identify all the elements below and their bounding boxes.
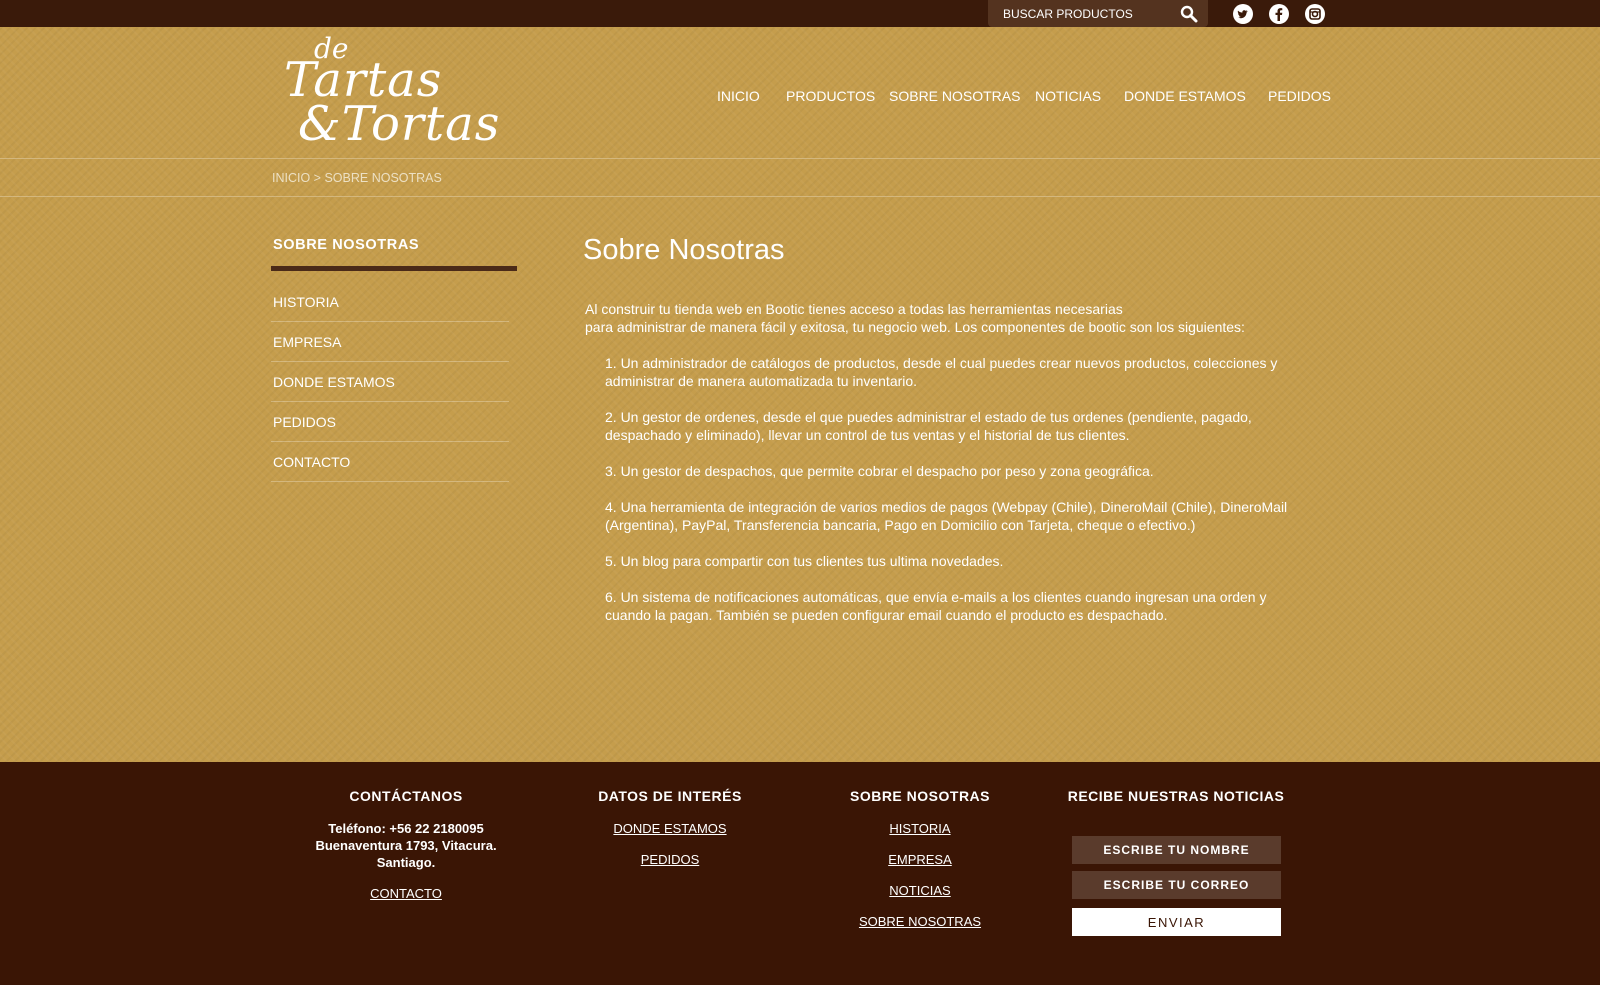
breadcrumb-current: SOBRE NOSOTRAS [324,171,442,185]
nav-inicio[interactable]: INICIO [717,88,760,104]
facebook-icon[interactable] [1269,4,1289,24]
nav-sobre-nosotras[interactable]: SOBRE NOSOTRAS [889,88,1020,104]
sidebar-item-empresa: EMPRESA [271,322,509,362]
footer-link-historia[interactable]: HISTORIA [800,820,1040,837]
sidebar-link-empresa[interactable]: EMPRESA [273,334,341,350]
feature-item: 5. Un blog para compartir con tus client… [605,553,1004,569]
logo-text-line-2: &Tortas [298,96,501,152]
breadcrumb-divider [0,196,1600,197]
twitter-icon[interactable] [1233,4,1253,24]
sidebar-item-contacto: CONTACTO [271,442,509,482]
breadcrumb-home-link[interactable]: INICIO [272,171,310,185]
footer-about-column: SOBRE NOSOTRAS HISTORIA EMPRESA NOTICIAS… [800,788,1040,944]
sidebar-item-historia: HISTORIA [271,282,509,322]
footer-info-title: DATOS DE INTERÉS [598,788,742,804]
search-icon[interactable] [1180,5,1198,23]
footer-link-empresa[interactable]: EMPRESA [800,851,1040,868]
intro-text: Al construir tu tienda web en Bootic tie… [585,300,1285,336]
footer-link-contacto[interactable]: CONTACTO [286,885,526,902]
footer-link-donde-estamos[interactable]: DONDE ESTAMOS [550,820,790,837]
search-box [988,0,1208,27]
sidebar-item-donde-estamos: DONDE ESTAMOS [271,362,509,402]
intro-line-1: Al construir tu tienda web en Bootic tie… [585,301,1123,317]
feature-item: 3. Un gestor de despachos, que permite c… [605,463,1154,479]
sidebar-title-rule [271,266,517,271]
footer-phone: Teléfono: +56 22 2180095 [328,821,484,836]
instagram-icon[interactable] [1305,4,1325,24]
sidebar-link-historia[interactable]: HISTORIA [273,294,339,310]
intro-line-2: para administrar de manera fácil y exito… [585,319,1245,335]
footer-about-title: SOBRE NOSOTRAS [849,788,990,804]
feature-item: 1. Un administrador de catálogos de prod… [605,355,1278,389]
nav-noticias[interactable]: NOTICIAS [1035,88,1101,104]
footer-contact-title: CONTÁCTANOS [349,788,463,804]
footer: CONTÁCTANOS Teléfono: +56 22 2180095 Bue… [0,762,1600,985]
nav-pedidos[interactable]: PEDIDOS [1268,88,1331,104]
footer-address: Buenaventura 1793, Vitacura. [315,838,497,853]
newsletter-submit-button[interactable]: ENVIAR [1072,908,1281,936]
header-divider [0,158,1600,159]
breadcrumb: INICIO > SOBRE NOSOTRAS [272,171,442,185]
nav-donde-estamos[interactable]: DONDE ESTAMOS [1124,88,1246,104]
newsletter-email-input[interactable] [1072,871,1281,899]
footer-link-sobre-nosotras[interactable]: SOBRE NOSOTRAS [800,913,1040,930]
footer-contact-column: CONTÁCTANOS Teléfono: +56 22 2180095 Bue… [286,788,526,916]
sidebar-title: SOBRE NOSOTRAS [273,237,420,253]
sidebar-link-contacto[interactable]: CONTACTO [273,454,350,470]
feature-item: 6. Un sistema de notificaciones automáti… [605,589,1267,623]
footer-link-noticias[interactable]: NOTICIAS [800,882,1040,899]
sidebar-item-pedidos: PEDIDOS [271,402,509,442]
footer-link-pedidos[interactable]: PEDIDOS [550,851,790,868]
feature-item: 2. Un gestor de ordenes, desde el que pu… [605,409,1252,443]
footer-newsletter-title: RECIBE NUESTRAS NOTICIAS [1067,788,1285,804]
page-title: Sobre Nosotras [583,234,785,266]
newsletter-name-input[interactable] [1072,836,1281,864]
top-bar [0,0,1600,27]
feature-list: 1. Un administrador de catálogos de prod… [605,354,1295,642]
breadcrumb-separator: > [310,171,325,185]
footer-city: Santiago. [376,855,436,870]
sidebar-menu: HISTORIA EMPRESA DONDE ESTAMOS PEDIDOS C… [271,282,509,482]
search-input[interactable] [988,0,1178,27]
footer-newsletter-column: RECIBE NUESTRAS NOTICIAS [1056,788,1296,820]
footer-info-column: DATOS DE INTERÉS DONDE ESTAMOS PEDIDOS [550,788,790,882]
nav-productos[interactable]: PRODUCTOS [786,88,875,104]
feature-item: 4. Una herramienta de integración de var… [605,499,1288,533]
sidebar-link-donde-estamos[interactable]: DONDE ESTAMOS [273,374,395,390]
sidebar-link-pedidos[interactable]: PEDIDOS [273,414,336,430]
site-logo[interactable]: de Tartas &Tortas [284,32,499,152]
